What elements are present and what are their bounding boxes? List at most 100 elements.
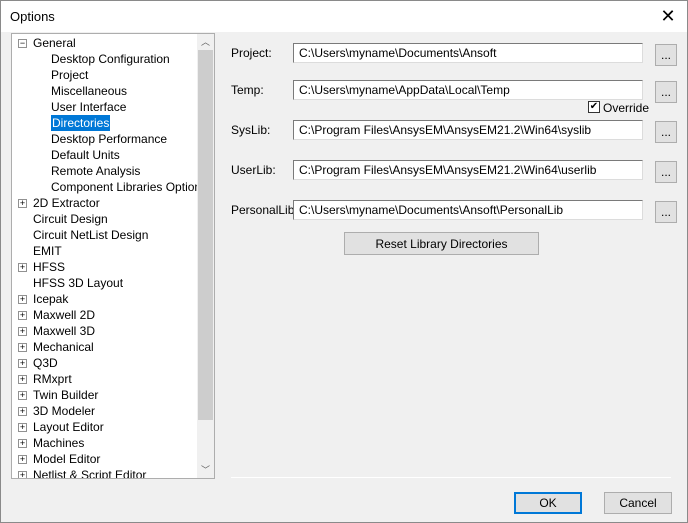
directory-input[interactable]: C:\Program Files\AnsysEM\AnsysEM21.2\Win… — [293, 120, 643, 140]
tree-item[interactable]: + Icepak — [12, 291, 198, 307]
tree-item-label: 2D Extractor — [33, 196, 100, 210]
tree-item-label: Project — [51, 68, 89, 82]
tree-child-item[interactable]: Directories — [12, 115, 198, 131]
browse-button[interactable]: ... — [655, 201, 677, 223]
tree-item-label: Miscellaneous — [51, 84, 128, 98]
expand-icon[interactable]: + — [18, 407, 27, 416]
tree-item[interactable]: +2D Extractor — [12, 195, 198, 211]
field-label: SysLib: — [231, 123, 271, 137]
tree-scrollbar[interactable]: ︿ ﹀ — [197, 34, 214, 478]
expand-icon[interactable]: + — [18, 375, 27, 384]
scroll-up-icon[interactable]: ︿ — [197, 34, 214, 50]
tree-item[interactable]: − General — [12, 35, 198, 51]
tree-item[interactable]: + Twin Builder — [12, 387, 198, 403]
tree-item[interactable]: + HFSS — [12, 259, 198, 275]
expand-icon[interactable]: + — [18, 311, 27, 320]
ok-button[interactable]: OK — [514, 492, 582, 514]
tree-item[interactable]: + Maxwell 3D — [12, 323, 198, 339]
tree-item-label: Directories — [51, 115, 111, 131]
expand-icon[interactable]: + — [18, 455, 27, 464]
options-tree[interactable]: + Netlist & Script Editor + Model Editor + Ma… — [11, 33, 215, 479]
tree-item-label: Icepak — [33, 292, 69, 306]
expand-icon[interactable]: + — [18, 359, 27, 368]
tree-item[interactable]: Circuit Design — [12, 211, 198, 227]
override-checkbox[interactable]: ✔ — [588, 101, 600, 113]
field-label: UserLib: — [231, 163, 276, 177]
tree-item[interactable]: Circuit NetList Design — [12, 227, 198, 243]
tree-item-label: 3D Modeler — [33, 404, 96, 418]
tree-child-item[interactable]: User Interface — [12, 99, 198, 115]
directory-input[interactable]: C:\Program Files\AnsysEM\AnsysEM21.2\Win… — [293, 160, 643, 180]
tree-item-label: Desktop Performance — [51, 132, 168, 146]
directory-input[interactable]: C:\Users\myname\AppData\Local\Temp — [293, 80, 643, 100]
tree-item-label: Layout Editor — [33, 420, 104, 434]
expand-icon[interactable]: + — [18, 199, 27, 208]
collapse-icon[interactable]: − — [18, 39, 27, 48]
tree-child-item[interactable]: Miscellaneous — [12, 83, 198, 99]
expand-icon[interactable]: + — [18, 263, 27, 272]
cancel-button[interactable]: Cancel — [604, 492, 672, 514]
tree-item-label: Desktop Configuration — [51, 52, 170, 66]
directory-input[interactable]: C:\Users\myname\Documents\Ansoft\Persona… — [293, 200, 643, 220]
tree-item-label: Circuit NetList Design — [33, 228, 149, 242]
tree-item-label: Maxwell 2D — [33, 308, 96, 322]
title-bar: Options ✕ — [1, 1, 687, 32]
field-label: Temp: — [231, 83, 264, 97]
browse-button[interactable]: ... — [655, 81, 677, 103]
tree-item[interactable]: + Netlist & Script Editor — [12, 467, 198, 479]
tree-item-label: Model Editor — [33, 452, 101, 466]
tree-item-label: EMIT — [33, 244, 62, 258]
tree-item-label: RMxprt — [33, 372, 72, 386]
expand-icon[interactable]: + — [18, 327, 27, 336]
tree-child-item[interactable]: Remote Analysis — [12, 163, 198, 179]
reset-library-directories-button[interactable]: Reset Library Directories — [344, 232, 539, 255]
divider — [231, 477, 671, 478]
tree-item-label: Maxwell 3D — [33, 324, 96, 338]
browse-button[interactable]: ... — [655, 161, 677, 183]
tree-item[interactable]: + Machines — [12, 435, 198, 451]
tree-child-item[interactable]: Desktop Configuration — [12, 51, 198, 67]
expand-icon[interactable]: + — [18, 295, 27, 304]
tree-item-label: Twin Builder — [33, 388, 99, 402]
tree-item-label: Default Units — [51, 148, 120, 162]
override-label: Override — [603, 101, 650, 115]
tree-item[interactable]: + Layout Editor — [12, 419, 198, 435]
tree-item[interactable]: + Maxwell 2D — [12, 307, 198, 323]
tree-item-label: Mechanical — [33, 340, 94, 354]
tree-item-label: HFSS — [33, 260, 66, 274]
close-icon[interactable]: ✕ — [657, 5, 679, 27]
expand-icon[interactable]: + — [18, 391, 27, 400]
tree-item-label: General — [33, 36, 76, 50]
tree-item[interactable]: +3D Modeler — [12, 403, 198, 419]
scrollbar-thumb[interactable] — [198, 50, 213, 420]
expand-icon[interactable]: + — [18, 471, 27, 478]
directory-input[interactable]: C:\Users\myname\Documents\Ansoft — [293, 43, 643, 63]
window-title: Options — [10, 9, 55, 24]
tree-item-label: Q3D — [33, 356, 58, 370]
tree-item-label: Circuit Design — [33, 212, 108, 226]
tree-item-label: Machines — [33, 436, 85, 450]
tree-child-item[interactable]: Project — [12, 67, 198, 83]
tree-item-label: HFSS 3D Layout — [33, 276, 124, 290]
browse-button[interactable]: ... — [655, 44, 677, 66]
tree-item[interactable]: + Model Editor — [12, 451, 198, 467]
tree-item[interactable]: EMIT — [12, 243, 198, 259]
tree-item-label: Remote Analysis — [51, 164, 141, 178]
tree-item-label: Netlist & Script Editor — [33, 468, 147, 479]
tree-item-label: User Interface — [51, 100, 127, 114]
tree-item[interactable]: + Q3D — [12, 355, 198, 371]
browse-button[interactable]: ... — [655, 121, 677, 143]
field-label: PersonalLib: — [231, 203, 298, 217]
tree-item[interactable]: + Mechanical — [12, 339, 198, 355]
field-label: Project: — [231, 46, 272, 60]
expand-icon[interactable]: + — [18, 423, 27, 432]
tree-child-item[interactable]: Default Units — [12, 147, 198, 163]
tree-item-label: Component Libraries Options — [51, 180, 208, 194]
tree-child-item[interactable]: Desktop Performance — [12, 131, 198, 147]
expand-icon[interactable]: + — [18, 343, 27, 352]
tree-item[interactable]: + RMxprt — [12, 371, 198, 387]
scroll-down-icon[interactable]: ﹀ — [197, 462, 214, 478]
tree-child-item[interactable]: Component Libraries Options — [12, 179, 207, 195]
tree-item[interactable]: HFSS 3D Layout — [12, 275, 198, 291]
expand-icon[interactable]: + — [18, 439, 27, 448]
